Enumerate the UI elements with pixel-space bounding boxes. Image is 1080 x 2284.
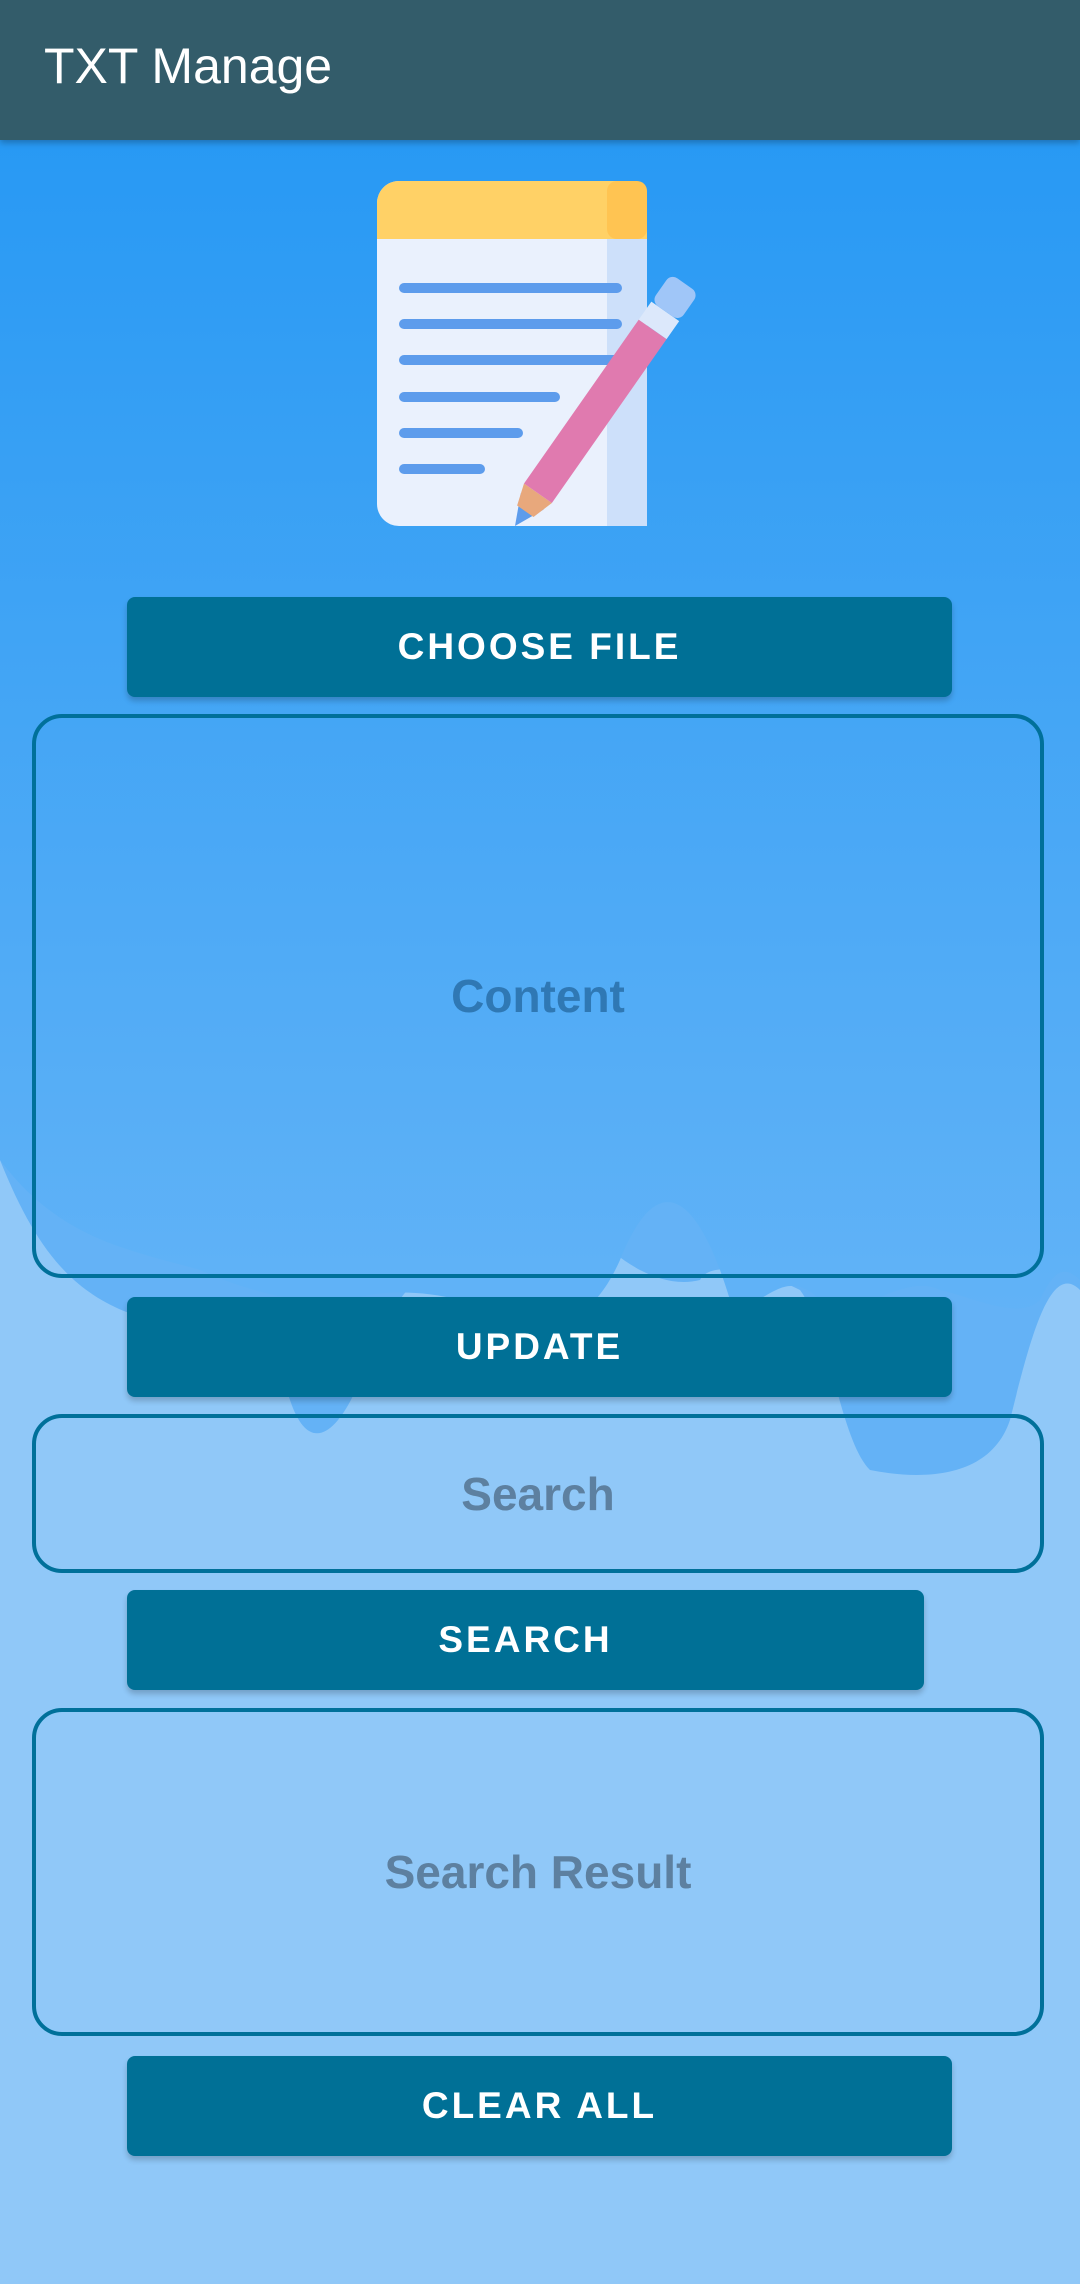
update-button[interactable]: UPDATE — [127, 1297, 952, 1397]
search-result-field[interactable]: Search Result — [32, 1708, 1044, 2036]
clear-all-button[interactable]: CLEAR ALL — [127, 2056, 952, 2156]
content-placeholder: Content — [451, 970, 625, 1022]
app-title: TXT Manage — [44, 38, 333, 94]
choose-file-button[interactable]: CHOOSE FILE — [127, 597, 952, 697]
search-result-placeholder: Search Result — [384, 1846, 692, 1898]
search-button[interactable]: SEARCH — [127, 1590, 924, 1690]
notepad-with-pencil-icon — [377, 181, 696, 526]
search-placeholder: Search — [461, 1467, 615, 1520]
app-bar: TXT Manage — [0, 0, 1080, 140]
content-field[interactable]: Content — [32, 714, 1044, 1278]
search-input[interactable]: Search — [32, 1414, 1044, 1573]
